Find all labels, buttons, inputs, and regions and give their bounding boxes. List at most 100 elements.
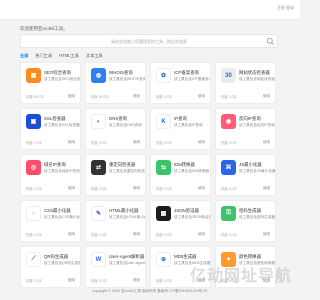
- tool-stats: 热度 0 0次: [156, 141, 172, 145]
- tool-description: 该工具包含JSON验证器: [174, 215, 210, 219]
- tool-name[interactable]: 域名IP查询: [44, 162, 80, 168]
- tool-name[interactable]: QR码生成器: [44, 254, 80, 260]
- stamp-icon: ✿: [156, 68, 171, 83]
- search-input[interactable]: 请在这里输入您要搜索的工具，按回车搜索: [20, 34, 278, 48]
- welcome-text: 欢迎使用亚toolkit工具。: [20, 26, 68, 31]
- tool-description: 该工具包含JS最小化器: [239, 169, 275, 173]
- use-button[interactable]: 使用: [198, 140, 205, 145]
- use-button[interactable]: 使用: [263, 94, 270, 99]
- tool-name[interactable]: JS最小化器: [239, 162, 275, 168]
- tool-card[interactable]: 30网站状态检查器该工具包含网站状态检查器热度 0 0次 使用: [215, 62, 276, 104]
- tool-description: 该工具包含反向IP查询: [239, 123, 275, 127]
- use-button[interactable]: 使用: [68, 94, 75, 99]
- redirect-icon: ⇄: [91, 160, 106, 175]
- use-button[interactable]: 使用: [198, 186, 205, 191]
- use-button[interactable]: 使用: [263, 186, 270, 191]
- tool-card[interactable]: ▩ JSON验证器 该工具包含JSON验证器 热度 0 0次 使用: [150, 200, 211, 242]
- tool-card[interactable]: ◐ DNS查询 该工具包含DNS查询 热度 0 0次 使用: [85, 108, 146, 150]
- tool-name[interactable]: 重定向检查器: [109, 162, 145, 168]
- css-icon: ◌: [26, 206, 41, 221]
- tool-name[interactable]: DNS查询: [109, 116, 145, 122]
- use-button[interactable]: 使用: [263, 140, 270, 145]
- tool-stats: 热度 0 0次: [26, 233, 42, 237]
- domain-icon: ◎: [26, 160, 41, 175]
- header-links[interactable]: 注册 登录: [277, 5, 294, 11]
- tool-card[interactable]: ⚿ 密码生成器 该工具包含密码生成器 热度 0 0次 使用: [215, 200, 276, 242]
- tab-2[interactable]: HTML工具: [59, 53, 79, 61]
- use-button[interactable]: 使用: [198, 94, 205, 99]
- use-button[interactable]: 使用: [68, 186, 75, 191]
- js-icon: ⌘: [221, 160, 236, 175]
- top-bar: 注册 登录: [0, 0, 300, 20]
- tool-stats: 热度 0 0次: [221, 141, 237, 145]
- use-button[interactable]: 使用: [68, 140, 75, 145]
- tool-name[interactable]: IP查询: [174, 116, 210, 122]
- tool-card[interactable]: K IP查询 该工具包含IP查询 热度 0 0次 使用: [150, 108, 211, 150]
- use-button[interactable]: 使用: [198, 232, 205, 237]
- tool-stats: 热度 85 0次: [26, 95, 44, 99]
- tool-card[interactable]: ▣ SSL检查器 该工具包含SSL检查器 热度 0 0次 使用: [20, 108, 81, 150]
- tool-name[interactable]: WHOIS查询: [109, 70, 145, 76]
- globe-icon: ◍: [91, 68, 106, 83]
- search-placeholder: 请在这里输入您要搜索的工具，按回车搜索: [111, 39, 187, 44]
- tool-name[interactable]: ICP备案查询: [174, 70, 210, 76]
- tool-card[interactable]: ⇆ IDN转换器 该工具包含IDN转换器 热度 0 0次 使用: [150, 154, 211, 196]
- tool-card[interactable]: ⟋ QR码生成器 该工具包含QR码生成器 热度 0 0次 使用: [20, 246, 81, 288]
- tool-name[interactable]: 颜色转换器: [239, 254, 275, 260]
- use-button[interactable]: 使用: [133, 140, 140, 145]
- tool-card[interactable]: ✿ ICP备案查询 该工具包含ICP备案查询 热度 0 0次 使用: [150, 62, 211, 104]
- dns-icon: ◐: [91, 114, 106, 129]
- qr-icon: ⟋: [26, 252, 41, 267]
- tool-card[interactable]: ◉ 反向IP查询 该工具包含反向IP查询热度 0 0次 使用: [215, 108, 276, 150]
- tool-name[interactable]: SSL检查器: [44, 116, 80, 122]
- tool-card[interactable]: ⇄ 重定向检查器 该工具包含重定向检查器 热度 0 0次 使用: [85, 154, 146, 196]
- tool-description: 该工具包含IP查询: [174, 123, 203, 127]
- agent-icon: W: [91, 252, 106, 267]
- tool-card[interactable]: ▦ SEO综合查询 该工具包含SEO综合查询 热度 85 0次 使用: [20, 62, 81, 104]
- tool-card[interactable]: ◌ CSS最小化器 该工具包含CSS最小化器热度 0 0次 使用: [20, 200, 81, 242]
- search-icon[interactable]: [266, 37, 275, 46]
- tool-description: 该工具包含IDN转换器: [174, 169, 209, 173]
- tool-card[interactable]: ◍ WHOIS查询 该工具包含WHOIS查询热度 85 0次 使用: [85, 62, 146, 104]
- tab-1[interactable]: 热门工具: [35, 53, 52, 61]
- tool-name[interactable]: MD5生成器: [174, 254, 210, 260]
- tool-stats: 热度 0 0次: [156, 95, 172, 99]
- tool-stats: 热度 0 0次: [221, 95, 237, 99]
- tool-description: 该工具包含HTML最小化器: [109, 215, 145, 219]
- use-button[interactable]: 使用: [68, 232, 75, 237]
- tool-name[interactable]: User-Agent解析器: [109, 254, 145, 260]
- tab-0[interactable]: 全部: [20, 53, 28, 61]
- use-button[interactable]: 使用: [263, 232, 270, 237]
- tool-card[interactable]: ◎ 域名IP查询 该工具包含域名IP查询 热度 0 0次 使用: [20, 154, 81, 196]
- reverse-ip-icon: ◉: [221, 114, 236, 129]
- tool-stats: 热度 0 0次: [221, 187, 237, 191]
- use-button[interactable]: 使用: [133, 186, 140, 191]
- use-button[interactable]: 使用: [133, 94, 140, 99]
- tab-3[interactable]: 文本工具: [86, 53, 103, 61]
- tool-stats: 热度 85 0次: [91, 95, 109, 99]
- html-icon: ✎: [91, 206, 106, 221]
- tool-name[interactable]: IDN转换器: [174, 162, 210, 168]
- tool-card[interactable]: ⌘ JS最小化器 该工具包含JS最小化器热度 0 0次 使用: [215, 154, 276, 196]
- tool-description: 该工具包含WHOIS查询: [109, 77, 145, 81]
- tool-name[interactable]: 密码生成器: [239, 208, 275, 214]
- key-icon: ⚿: [221, 206, 236, 221]
- tool-name[interactable]: 网站状态检查器: [239, 70, 275, 76]
- tool-name[interactable]: SEO综合查询: [44, 70, 80, 76]
- tool-stats: 热度 0 0次: [156, 233, 172, 237]
- tool-stats: 热度 0 0次: [91, 141, 107, 145]
- tool-name[interactable]: HTML最小化器: [109, 208, 145, 214]
- convert-icon: ⇆: [156, 160, 171, 175]
- tool-card[interactable]: WUser-Agent解析器该工具包含User-Agent解析器热度 0 0次使…: [85, 246, 146, 288]
- tool-name[interactable]: 反向IP查询: [239, 116, 275, 122]
- tool-name[interactable]: JSON验证器: [174, 208, 210, 214]
- footer-copyright: copyright © 2020 亚toolkit工具 版权所有 备案号 ICP…: [92, 289, 208, 293]
- tool-card[interactable]: ✎HTML最小化器该工具包含HTML最小化器热度 0 0次 使用: [85, 200, 146, 242]
- lock-icon: ▣: [26, 114, 41, 129]
- tool-name[interactable]: CSS最小化器: [44, 208, 80, 214]
- use-button[interactable]: 使用: [133, 232, 140, 237]
- md5-icon: ⊕: [156, 252, 171, 267]
- footer: copyright © 2020 亚toolkit工具 版权所有 备案号 ICP…: [0, 283, 300, 300]
- tool-description: 该工具包含CSS最小化器: [44, 215, 80, 219]
- category-tabs: 全部 热门工具 HTML工具 文本工具: [20, 53, 103, 61]
